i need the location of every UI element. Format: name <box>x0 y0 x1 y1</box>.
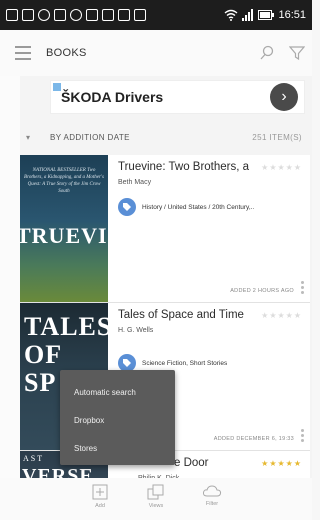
cover-title: TRUEVIN <box>20 223 108 248</box>
added-date: ADDED DECEMBER 6, 19:33 <box>213 436 294 442</box>
notification-icon <box>38 9 50 21</box>
phone-screen: 16:51 BOOKS ŠKODA Drivers › ▾ BY ADDITIO… <box>0 0 312 520</box>
menu-item-dropbox[interactable]: Dropbox <box>60 406 175 434</box>
tab-label: Views <box>148 503 164 509</box>
notification-icons <box>6 9 224 21</box>
book-item[interactable]: NATIONAL BESTSELLER Two Brothers, a Kidn… <box>20 155 310 303</box>
rating-stars[interactable]: ★★★★★ <box>261 459 302 468</box>
notification-icon <box>22 9 34 21</box>
tab-label: Add <box>95 503 105 509</box>
item-count: 251 ITEM(S) <box>252 132 302 142</box>
clock: 16:51 <box>278 9 306 21</box>
sort-bar[interactable]: ▾ BY ADDITION DATE 251 ITEM(S) <box>20 124 310 150</box>
tag-icon <box>118 198 136 216</box>
book-category: History / United States / 20th Century,.… <box>142 203 255 211</box>
book-author: H. G. Wells <box>118 327 154 334</box>
ad-text: ŠKODA Drivers <box>61 89 164 105</box>
chevron-right-icon[interactable]: › <box>270 83 298 111</box>
page-title: BOOKS <box>46 47 87 59</box>
tab-views[interactable]: Views <box>142 484 170 509</box>
mail-icon <box>102 9 114 21</box>
added-date: ADDED 2 HOURS AGO <box>230 288 294 294</box>
more-options-icon[interactable] <box>301 429 304 442</box>
tab-label: Filter <box>205 501 219 507</box>
battery-icon <box>258 10 275 20</box>
rating-stars[interactable]: ★★★★★ <box>261 163 302 172</box>
usb-icon <box>118 9 130 21</box>
menu-item-stores[interactable]: Stores <box>60 434 175 462</box>
menu-icon[interactable] <box>0 46 46 60</box>
wifi-icon <box>225 9 238 21</box>
views-icon <box>147 484 164 500</box>
app-toolbar: BOOKS <box>0 30 312 76</box>
search-icon[interactable] <box>252 38 282 68</box>
wrench-icon <box>54 9 66 21</box>
notification-icon <box>134 9 146 21</box>
notification-icon <box>6 9 18 21</box>
status-bar: 16:51 <box>0 0 312 30</box>
notification-icon <box>86 9 98 21</box>
ad-choices-icon[interactable] <box>53 83 61 91</box>
book-author: Beth Macy <box>118 179 152 186</box>
tab-add[interactable]: Add <box>86 484 114 509</box>
book-cover: NATIONAL BESTSELLER Two Brothers, a Kidn… <box>20 155 108 302</box>
add-icon <box>92 484 108 500</box>
notification-icon <box>70 9 82 21</box>
book-category: Science Fiction, Short Stories <box>142 359 228 367</box>
more-options-icon[interactable] <box>301 281 304 294</box>
signal-icon <box>242 9 254 21</box>
tab-filter[interactable]: Filter <box>198 484 226 507</box>
cloud-icon <box>202 485 222 497</box>
sort-label[interactable]: BY ADDITION DATE <box>36 133 252 142</box>
filter-icon[interactable] <box>282 38 312 68</box>
cover-subtitle: NATIONAL BESTSELLER Two Brothers, a Kidn… <box>24 168 104 194</box>
left-margin <box>0 76 20 478</box>
rating-stars[interactable]: ★★★★★ <box>261 311 302 320</box>
book-info: ★★★★★ Truevine: Two Brothers, a Beth Mac… <box>108 155 310 302</box>
add-menu-popup: Automatic search Dropbox Stores <box>60 370 175 465</box>
chevron-down-icon[interactable]: ▾ <box>20 133 36 142</box>
ad-banner[interactable]: ŠKODA Drivers › <box>50 80 305 114</box>
menu-item-automatic-search[interactable]: Automatic search <box>60 378 175 406</box>
bottom-toolbar: Add Views Filter <box>0 478 312 520</box>
